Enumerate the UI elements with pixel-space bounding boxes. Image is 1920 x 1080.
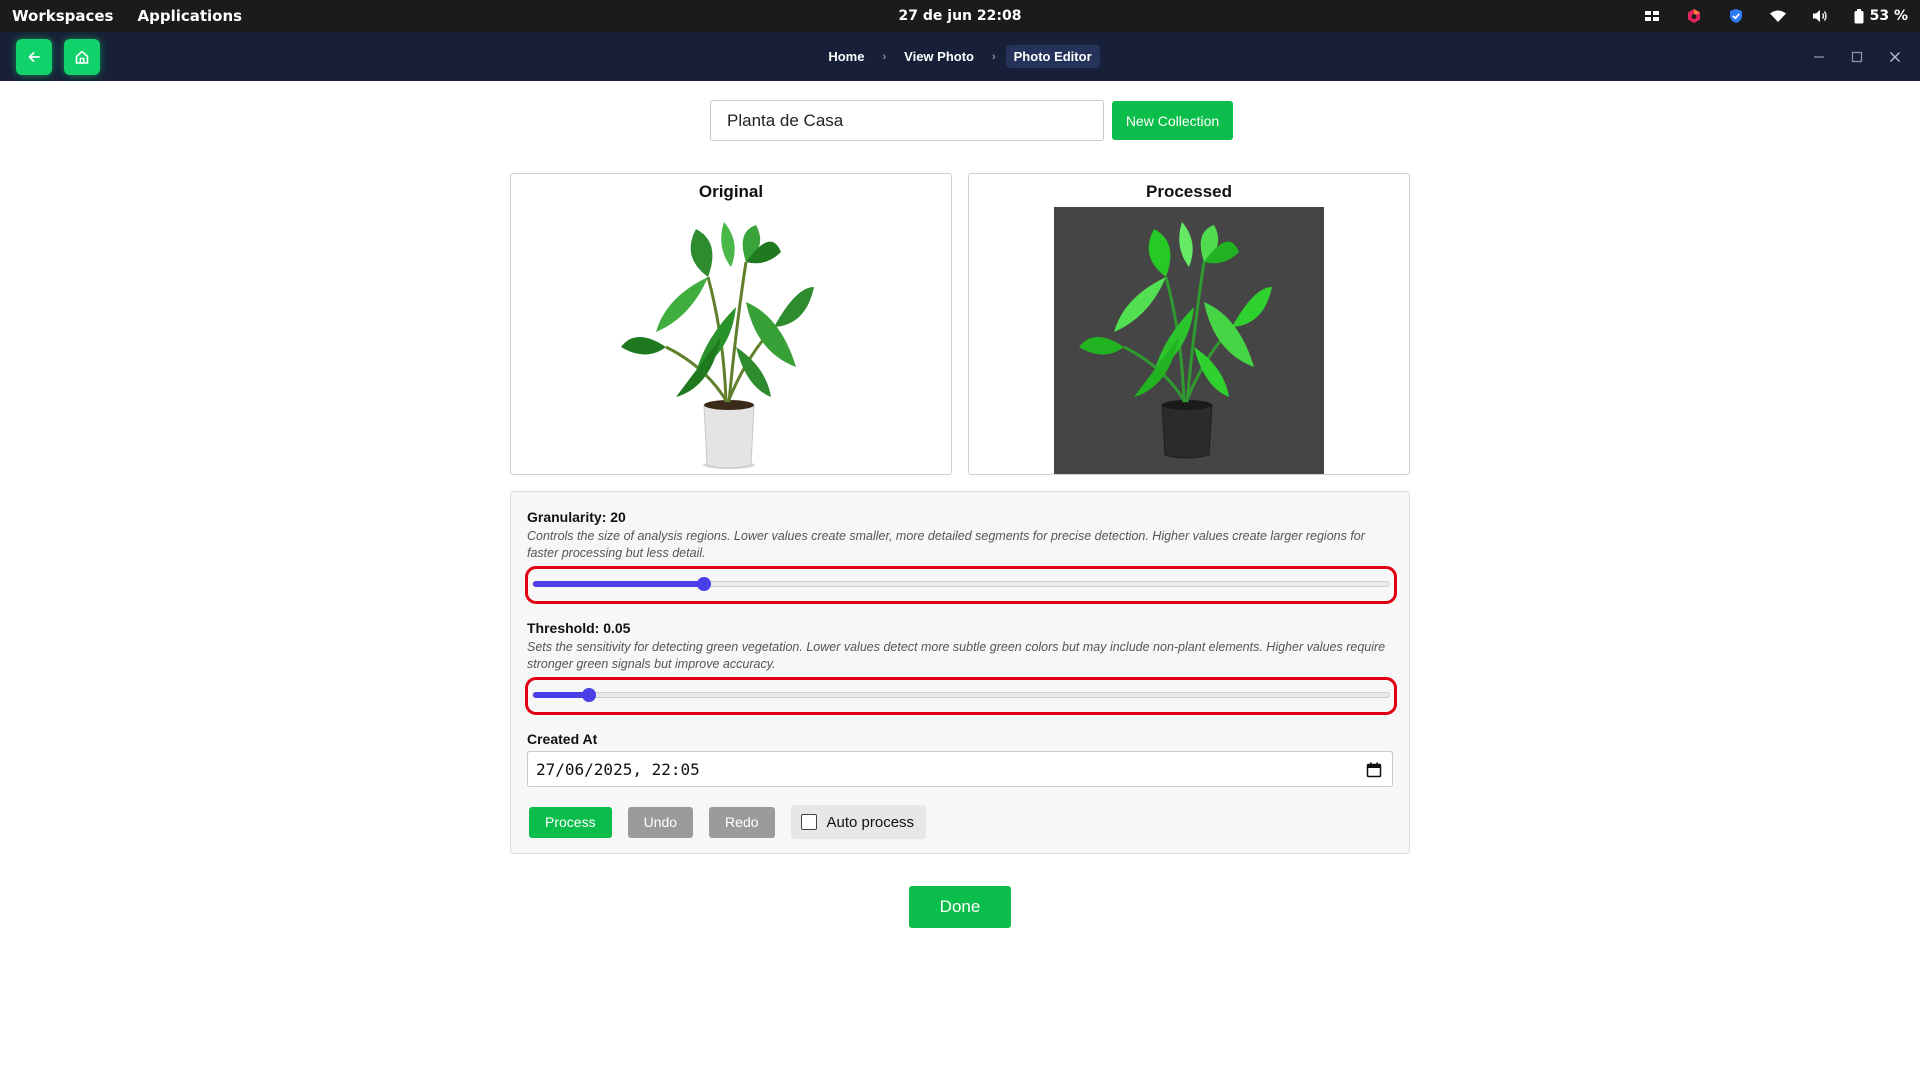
threshold-description: Sets the sensitivity for detecting green… [527, 640, 1386, 671]
redo-button[interactable]: Redo [709, 806, 775, 838]
action-row: Process Undo Redo Auto process [529, 805, 927, 839]
original-image [596, 207, 866, 474]
granularity-track [532, 577, 1390, 591]
battery-icon [1854, 8, 1864, 23]
granularity-label: Granularity: 20 [527, 509, 626, 525]
maximize-icon [1851, 51, 1863, 62]
chevron-right-icon: › [991, 50, 996, 63]
auto-process-toggle[interactable]: Auto process [790, 805, 927, 839]
breadcrumb: Home › View Photo › Photo Editor [0, 32, 1920, 81]
done-button[interactable]: Done [909, 886, 1011, 928]
breadcrumb-home[interactable]: Home [820, 45, 872, 68]
threshold-slider[interactable] [525, 677, 1397, 715]
task-view-icon[interactable] [1644, 8, 1660, 24]
breadcrumb-photo-editor[interactable]: Photo Editor [1005, 45, 1100, 68]
breadcrumb-view-photo[interactable]: View Photo [896, 45, 982, 68]
collection-name-input[interactable] [710, 100, 1104, 141]
volume-icon[interactable] [1812, 8, 1828, 24]
processed-title: Processed [1146, 182, 1232, 201]
created-at-value: 27/06/2025, 22:05 [536, 759, 700, 779]
minimize-icon [1814, 55, 1824, 58]
processed-image [1054, 207, 1324, 474]
threshold-fill [533, 692, 589, 698]
app-header: Home › View Photo › Photo Editor [0, 32, 1920, 81]
applications-menu[interactable]: Applications [137, 7, 242, 25]
process-button[interactable]: Process [529, 806, 612, 838]
minimize-button[interactable] [1812, 50, 1826, 64]
auto-process-checkbox[interactable] [800, 814, 817, 830]
granularity-fill [533, 581, 705, 587]
app-indicator-icon[interactable] [1686, 8, 1702, 24]
close-button[interactable] [1888, 50, 1902, 64]
battery-percent: 53 % [1869, 8, 1908, 24]
undo-button[interactable]: Undo [627, 806, 694, 838]
calendar-icon[interactable] [1366, 762, 1382, 778]
wifi-icon[interactable] [1769, 8, 1786, 24]
new-collection-button[interactable]: New Collection [1112, 101, 1233, 140]
controls-panel: Granularity: 20 Controls the size of ana… [510, 491, 1410, 854]
original-title: Original [698, 182, 764, 201]
granularity-description: Controls the size of analysis regions. L… [527, 529, 1365, 560]
threshold-track [532, 688, 1390, 702]
system-top-bar: Workspaces Applications 27 de jun 22:08 … [0, 0, 1920, 32]
granularity-slider[interactable] [525, 566, 1397, 604]
processed-panel: Processed [968, 173, 1410, 475]
maximize-button[interactable] [1850, 50, 1864, 64]
shield-icon[interactable] [1728, 8, 1744, 24]
created-at-input[interactable]: 27/06/2025, 22:05 [527, 751, 1393, 787]
threshold-thumb[interactable] [581, 688, 596, 702]
system-tray: 53 % [1644, 0, 1908, 32]
close-icon [1890, 51, 1900, 62]
original-panel: Original [510, 173, 952, 475]
granularity-thumb[interactable] [697, 577, 712, 591]
workspaces-menu[interactable]: Workspaces [12, 7, 113, 25]
auto-process-label: Auto process [826, 813, 915, 831]
window-controls [1812, 32, 1902, 81]
chevron-right-icon: › [882, 50, 887, 63]
system-clock: 27 de jun 22:08 [898, 8, 1022, 24]
battery-status[interactable]: 53 % [1854, 8, 1908, 24]
created-at-label: Created At [527, 731, 598, 747]
threshold-label: Threshold: 0.05 [527, 620, 631, 636]
